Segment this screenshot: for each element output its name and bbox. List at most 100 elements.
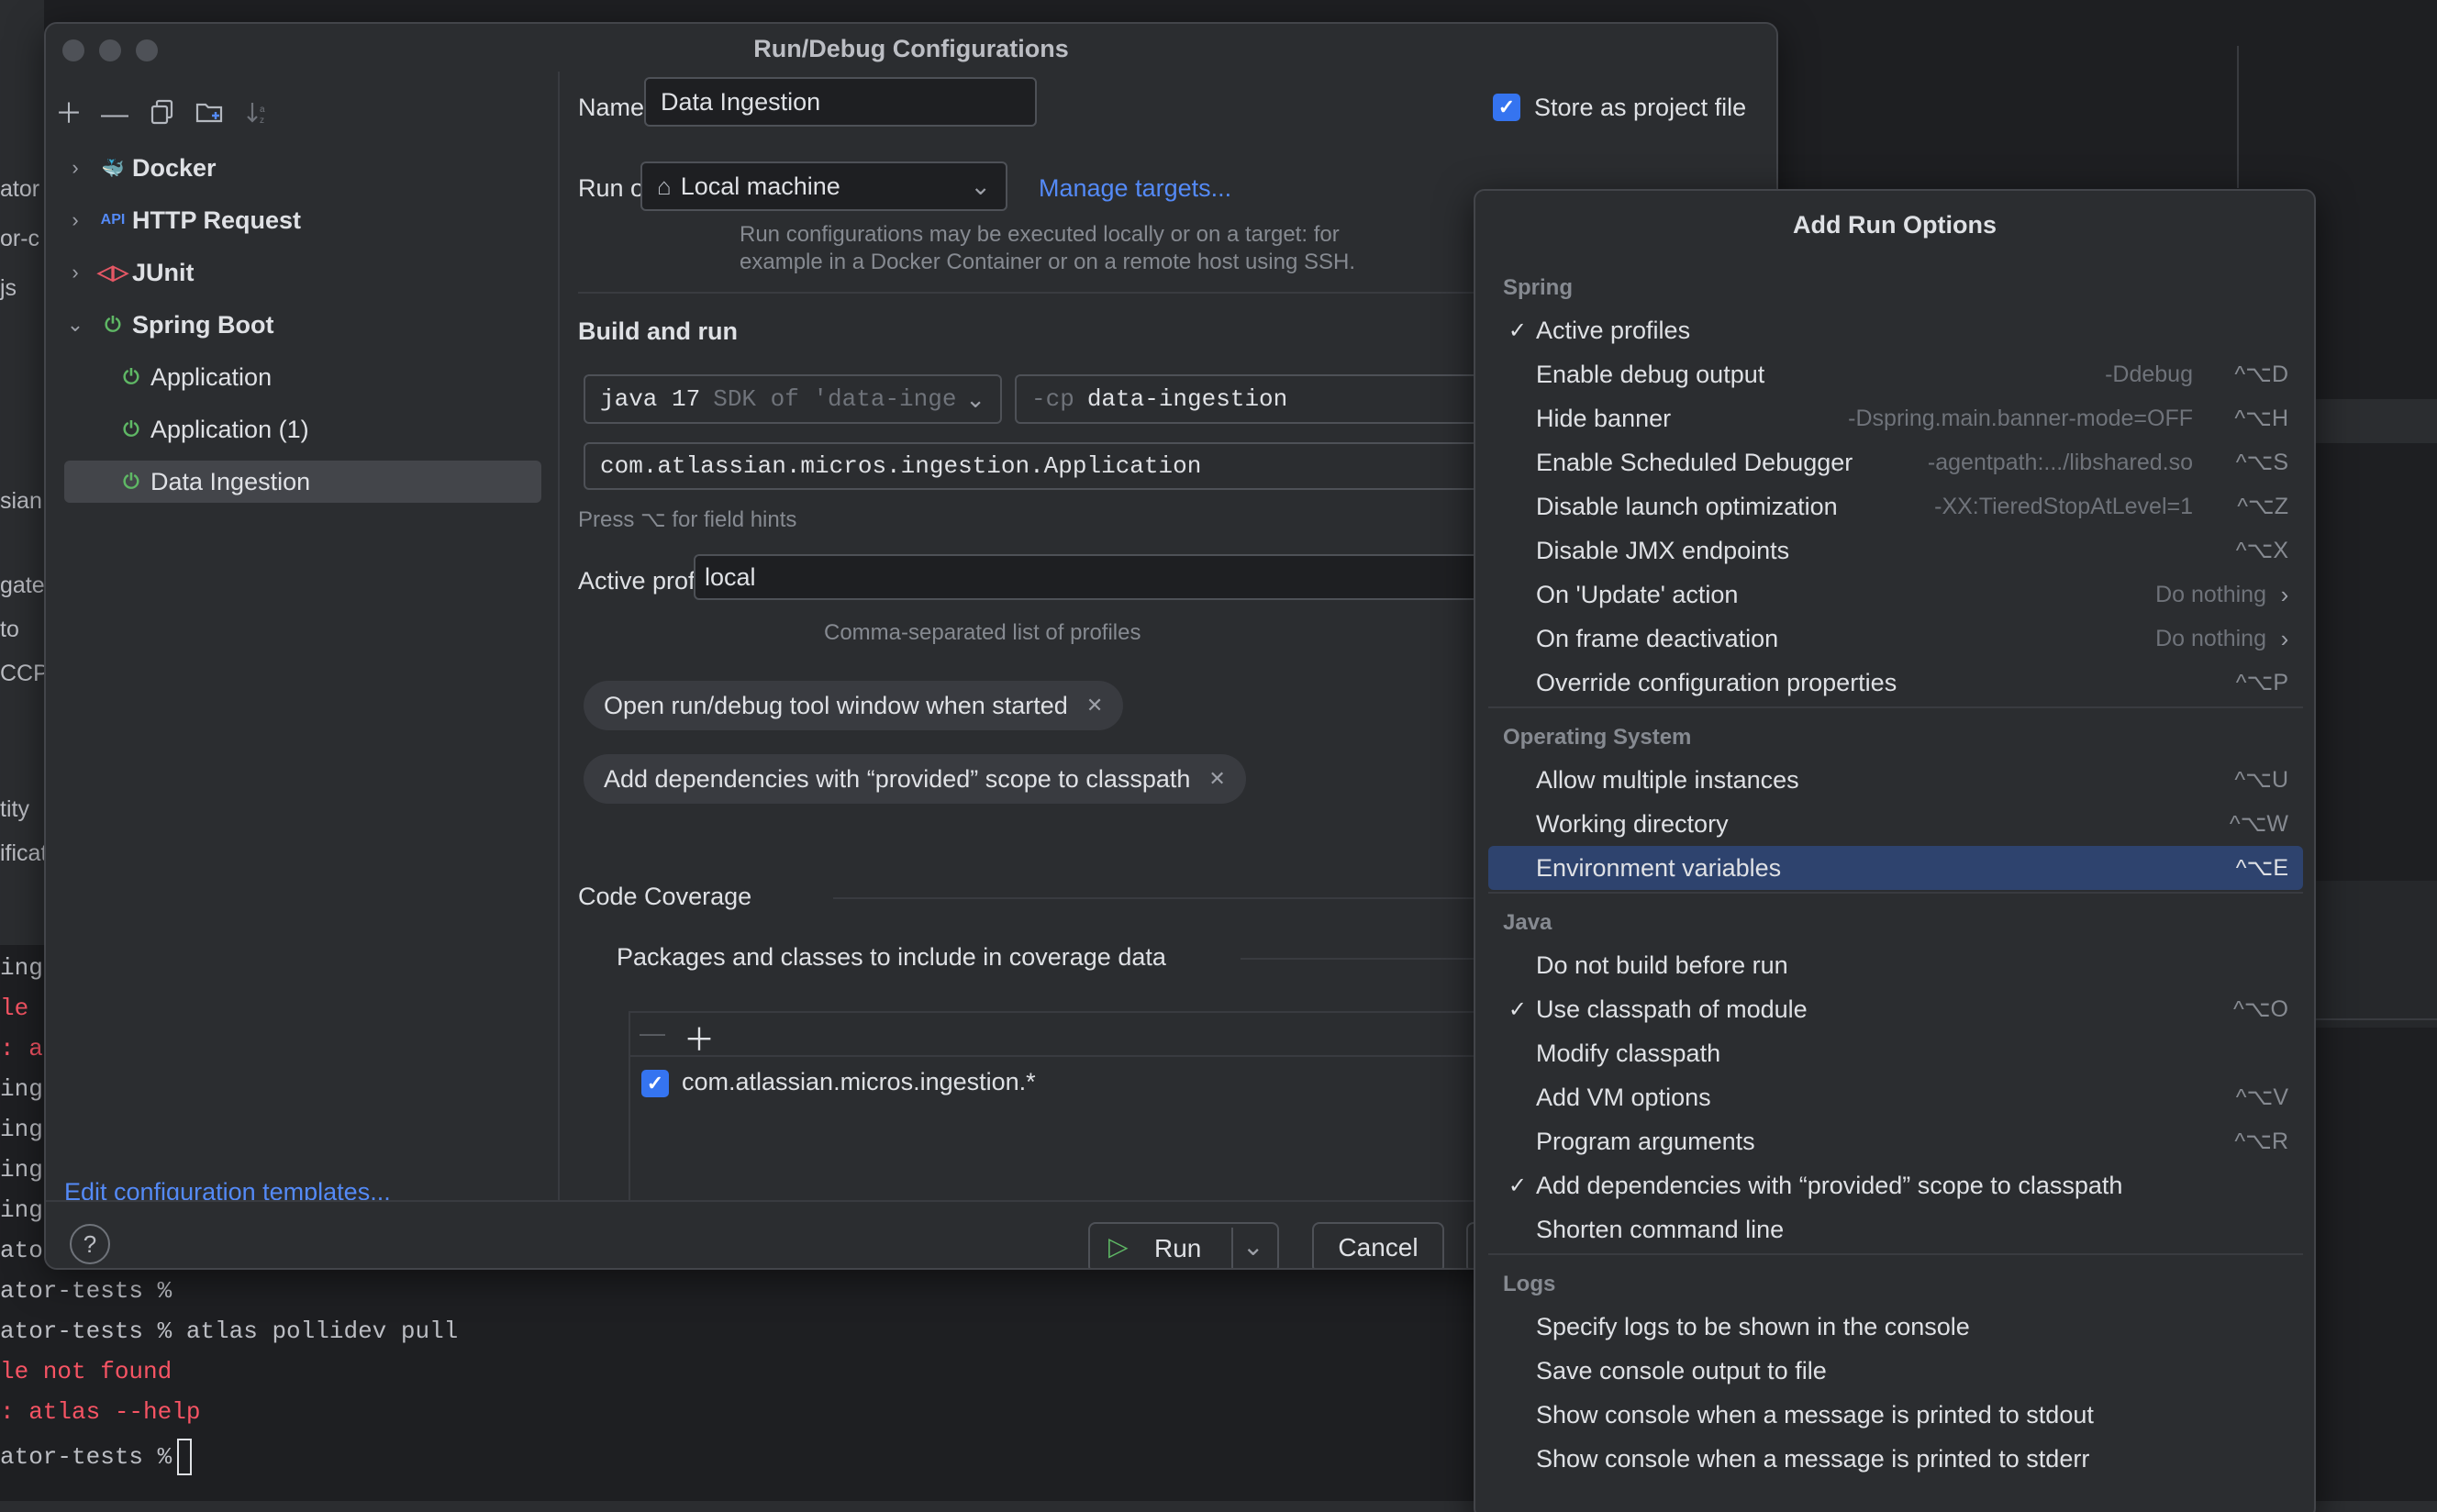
- option-enable-debug-output[interactable]: Enable debug output -Ddebug ^⌥D: [1488, 352, 2303, 396]
- tree-item-data-ingestion[interactable]: ⏻ Data Ingestion: [64, 461, 541, 503]
- jdk-sdk-label: SDK of 'data-inge: [713, 385, 957, 413]
- option-shortcut: ^⌥Z: [2237, 494, 2288, 519]
- option-label: Modify classpath: [1536, 1039, 1721, 1067]
- store-as-project-file-checkbox[interactable]: ✓: [1493, 94, 1520, 121]
- option-override-configuration-properties[interactable]: Override configuration properties ^⌥P: [1488, 661, 2303, 705]
- option-use-classpath-of-module[interactable]: ✓ Use classpath of module ^⌥O: [1488, 987, 2303, 1031]
- checkmark-icon: ✓: [1508, 317, 1527, 343]
- option-label: Environment variables: [1536, 853, 1782, 882]
- option-environment-variables[interactable]: Environment variables ^⌥E: [1488, 846, 2303, 890]
- name-label: Name:: [578, 94, 651, 121]
- tree-item-docker[interactable]: › 🐳 Docker: [64, 147, 541, 189]
- code-coverage-heading: Code Coverage: [578, 883, 752, 910]
- option-label: On 'Update' action: [1536, 580, 1739, 608]
- option-shorten-command-line[interactable]: Shorten command line: [1488, 1207, 2303, 1251]
- option-label: Shorten command line: [1536, 1215, 1785, 1243]
- option-shortcut: ^⌥V: [2235, 1084, 2288, 1110]
- option-label: Enable debug output: [1536, 360, 1765, 388]
- tree-item-http-request[interactable]: › API HTTP Request: [64, 199, 541, 241]
- chevron-down-icon[interactable]: ⌄: [1242, 1231, 1263, 1262]
- option-label: Disable JMX endpoints: [1536, 536, 1790, 564]
- terminal-cursor: [177, 1439, 193, 1475]
- option-shortcut: ^⌥H: [2234, 406, 2288, 431]
- name-field[interactable]: Data Ingestion: [644, 77, 1037, 127]
- cancel-button[interactable]: Cancel: [1312, 1222, 1444, 1268]
- tree-item-application[interactable]: ⏻ Application: [64, 356, 541, 398]
- svg-text:a: a: [260, 105, 265, 115]
- coverage-item-label: com.atlassian.micros.ingestion.*: [682, 1068, 1036, 1095]
- option-active-profiles[interactable]: ✓ Active profiles: [1488, 308, 2303, 352]
- close-icon[interactable]: ✕: [1208, 767, 1225, 791]
- option-enable-scheduled-debugger[interactable]: Enable Scheduled Debugger -agentpath:.../…: [1488, 440, 2303, 484]
- checkmark-icon: ✓: [1508, 1173, 1527, 1198]
- option-on-frame-deactivation[interactable]: On frame deactivation Do nothing ›: [1488, 617, 2303, 661]
- option-disable-launch-optimization[interactable]: Disable launch optimization -XX:TieredSto…: [1488, 484, 2303, 528]
- editor-side-block: [2312, 881, 2437, 1028]
- option-group-heading: Spring: [1503, 275, 1573, 300]
- run-button[interactable]: Run: [1154, 1234, 1201, 1263]
- help-button[interactable]: ?: [70, 1224, 110, 1264]
- chevron-down-icon[interactable]: ⌄: [64, 313, 86, 337]
- svg-text:z: z: [260, 116, 264, 125]
- build-and-run-heading: Build and run: [578, 317, 738, 345]
- tree-item-label: Application: [150, 362, 273, 391]
- terminal-line: le: [0, 995, 28, 1022]
- add-run-options-popup: Add Run Options Spring ✓ Active profiles En…: [1474, 189, 2316, 1512]
- project-panel-text: tity: [0, 796, 29, 822]
- manage-targets-link[interactable]: Manage targets...: [1039, 174, 1231, 203]
- tree-item-application-1[interactable]: ⏻ Application (1): [64, 408, 541, 450]
- option-save-console-output-to-file[interactable]: Save console output to file: [1488, 1349, 2303, 1393]
- option-label: Disable launch optimization: [1536, 492, 1838, 520]
- tree-item-junit[interactable]: › ◁▷ JUnit: [64, 251, 541, 294]
- active-profiles-value: local: [705, 562, 756, 591]
- option-show-console-when-a-message-is-printed-to-stderr[interactable]: Show console when a message is printed t…: [1488, 1437, 2303, 1481]
- cp-prefix: -cp: [1031, 385, 1074, 413]
- add-icon[interactable]: ＋: [684, 1015, 715, 1060]
- option-modify-classpath[interactable]: Modify classpath: [1488, 1031, 2303, 1075]
- chevron-right-icon[interactable]: ›: [64, 261, 86, 284]
- close-icon[interactable]: ✕: [1086, 694, 1103, 717]
- chevron-right-icon[interactable]: ›: [64, 208, 86, 232]
- group-separator: [1488, 1253, 2303, 1255]
- chevron-right-icon[interactable]: ›: [64, 156, 86, 180]
- option-label: Hide banner: [1536, 404, 1672, 432]
- option-add-dependencies-with-provided-scope-to-classpath[interactable]: ✓ Add dependencies with “provided” scope …: [1488, 1163, 2303, 1207]
- option-add-vm-options[interactable]: Add VM options ^⌥V: [1488, 1075, 2303, 1119]
- option-allow-multiple-instances[interactable]: Allow multiple instances ^⌥U: [1488, 758, 2303, 802]
- terminal-line-text: le not found: [0, 1358, 172, 1385]
- option-show-console-when-a-message-is-printed-to-stdout[interactable]: Show console when a message is printed t…: [1488, 1393, 2303, 1437]
- terminal-line: : atlas --help: [0, 1398, 200, 1426]
- option-hint: -XX:TieredStopAtLevel=1: [1934, 493, 2193, 519]
- tree-item-label: Data Ingestion: [150, 467, 311, 495]
- add-icon[interactable]: ＋: [53, 99, 84, 130]
- copy-icon[interactable]: [147, 99, 178, 130]
- remove-icon[interactable]: —: [99, 99, 130, 130]
- tree-item-label: Docker: [132, 153, 217, 182]
- option-specify-logs-to-be-shown-in-the-console[interactable]: Specify logs to be shown in the console: [1488, 1305, 2303, 1349]
- tree-item-label: JUnit: [132, 258, 195, 286]
- editor-gutter-line: [2237, 46, 2239, 188]
- provided-scope-chip[interactable]: Add dependencies with “provided” scope t…: [584, 754, 1246, 804]
- option-on-update-action[interactable]: On 'Update' action Do nothing ›: [1488, 573, 2303, 617]
- chevron-down-icon: ⌄: [970, 172, 991, 200]
- configuration-tree-pane: ＋ — az › 🐳 Docker › API HTTP Request › ◁▷ JUnit ⌄…: [46, 72, 560, 1206]
- jdk-dropdown[interactable]: java 17 SDK of 'data-inge ⌄: [584, 374, 1002, 424]
- sort-icon[interactable]: az: [242, 99, 273, 130]
- remove-icon[interactable]: —: [640, 1018, 665, 1048]
- option-group-heading: Logs: [1503, 1272, 1556, 1296]
- option-label: Working directory: [1536, 809, 1729, 838]
- open-tool-window-chip[interactable]: Open run/debug tool window when started ✕: [584, 681, 1124, 730]
- tree-item-label: Application (1): [150, 415, 309, 443]
- new-folder-icon[interactable]: [195, 99, 226, 130]
- option-hide-banner[interactable]: Hide banner -Dspring.main.banner-mode=OFF…: [1488, 396, 2303, 440]
- tree-item-spring-boot[interactable]: ⌄ ⏻ Spring Boot: [64, 304, 541, 346]
- run-play-icon: ▷: [1108, 1232, 1129, 1261]
- option-shortcut: ^⌥E: [2235, 855, 2288, 881]
- option-disable-jmx-endpoints[interactable]: Disable JMX endpoints ^⌥X: [1488, 528, 2303, 573]
- option-hint: -Dspring.main.banner-mode=OFF: [1848, 405, 2193, 431]
- coverage-item-checkbox[interactable]: ✓: [641, 1070, 669, 1097]
- option-do-not-build-before-run[interactable]: Do not build before run: [1488, 943, 2303, 987]
- option-program-arguments[interactable]: Program arguments ^⌥R: [1488, 1119, 2303, 1163]
- run-on-dropdown[interactable]: ⌂ Local machine ⌄: [640, 161, 1007, 211]
- option-working-directory[interactable]: Working directory ^⌥W: [1488, 802, 2303, 846]
